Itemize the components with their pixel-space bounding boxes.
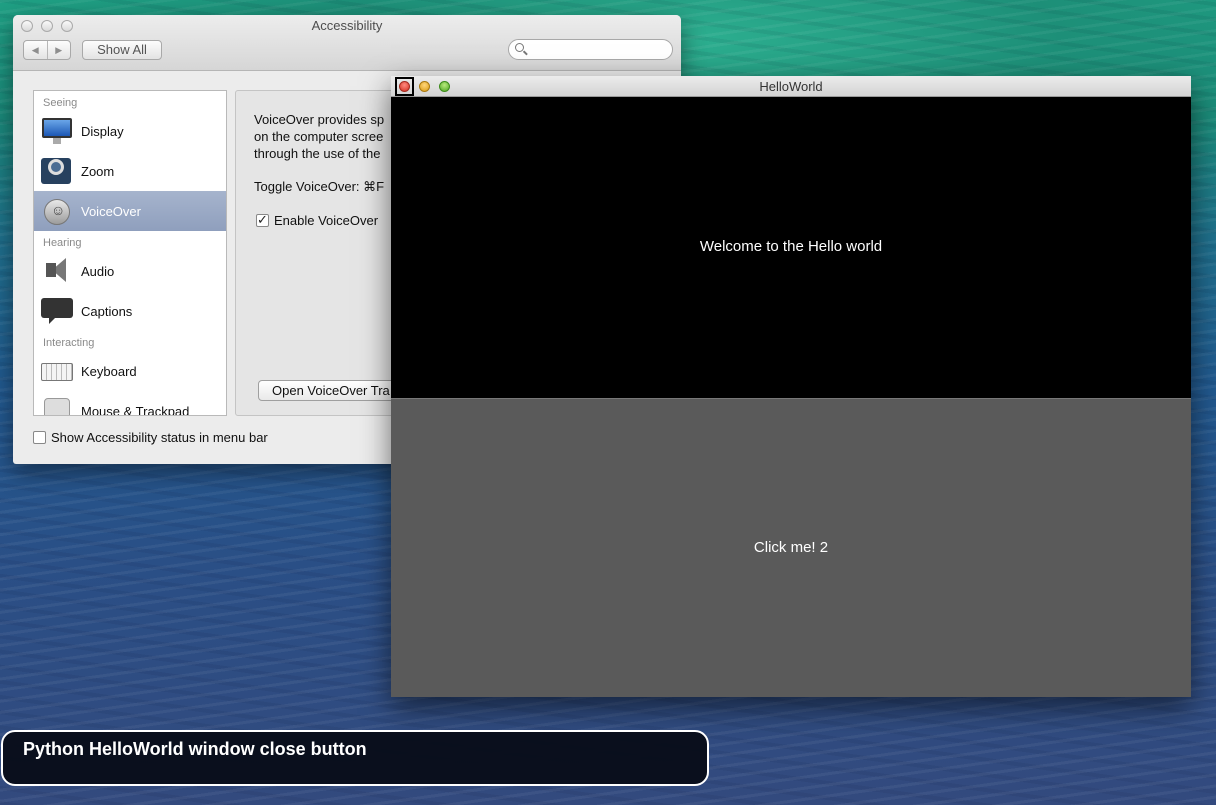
click-me-label: Click me! 2 [753,539,829,556]
sidebar-item-mouse-trackpad[interactable]: Mouse & Trackpad [34,391,226,416]
sidebar-item-keyboard[interactable]: Keyboard [34,351,226,391]
captions-icon [40,296,74,326]
click-me-button[interactable]: Click me! 2 [391,398,1191,697]
voiceover-icon [40,196,74,226]
voiceover-caption-text: Python HelloWorld window close button [23,739,367,759]
back-button[interactable]: ◀ [24,41,48,59]
window-title: Accessibility [311,18,383,33]
sidebar-item-label: VoiceOver [81,203,141,219]
helloworld-window: HelloWorld Welcome to the Hello world Cl… [391,76,1191,697]
show-status-row[interactable]: Show Accessibility status in menu bar [33,430,268,445]
sidebar-item-captions[interactable]: Captions [34,291,226,331]
audio-icon [40,256,74,286]
sidebar-item-label: Audio [81,263,115,279]
sidebar-item-label: Keyboard [81,363,137,379]
enable-voiceover-label: Enable VoiceOver [274,213,379,228]
sidebar-item-zoom[interactable]: Zoom [34,151,226,191]
sidebar-item-label: Display [81,123,124,139]
nav-buttons: ◀ ▶ [23,40,71,60]
sidebar-item-audio[interactable]: Audio [34,251,226,291]
show-all-button[interactable]: Show All [82,40,162,60]
search-field[interactable] [508,39,673,60]
keyboard-icon [40,356,74,386]
sidebar-item-label: Zoom [81,163,115,179]
forward-button[interactable]: ▶ [48,41,71,59]
show-status-checkbox[interactable] [33,431,46,444]
welcome-panel: Welcome to the Hello world [391,97,1191,398]
sidebar-item-display[interactable]: Display [34,111,226,151]
window-title: HelloWorld [759,79,823,94]
display-icon [40,116,74,146]
sidebar-item-label: Mouse & Trackpad [81,403,190,416]
mouse-icon [40,396,74,415]
toggle-voiceover-shortcut: Toggle VoiceOver: ⌘F [254,179,385,194]
section-label-interacting: Interacting [43,337,95,349]
accessibility-titlebar: Accessibility ◀ ▶ Show All [13,15,681,71]
enable-voiceover-checkbox[interactable] [256,212,269,228]
voiceover-caption-panel: Python HelloWorld window close button [1,730,709,786]
sidebar-item-label: Captions [81,303,133,319]
show-status-label: Show Accessibility status in menu bar [51,430,268,445]
category-sidebar: Seeing Display Zoom VoiceOver Hearing Au… [33,90,227,416]
section-label-hearing: Hearing [43,237,82,249]
section-label-seeing: Seeing [43,97,78,109]
helloworld-titlebar: HelloWorld [391,76,1191,97]
search-icon [515,43,524,52]
welcome-label: Welcome to the Hello world [699,238,883,255]
enable-voiceover-row[interactable]: Enable VoiceOver [256,212,379,228]
zoom-icon [40,156,74,186]
sidebar-item-voiceover[interactable]: VoiceOver [34,191,226,231]
